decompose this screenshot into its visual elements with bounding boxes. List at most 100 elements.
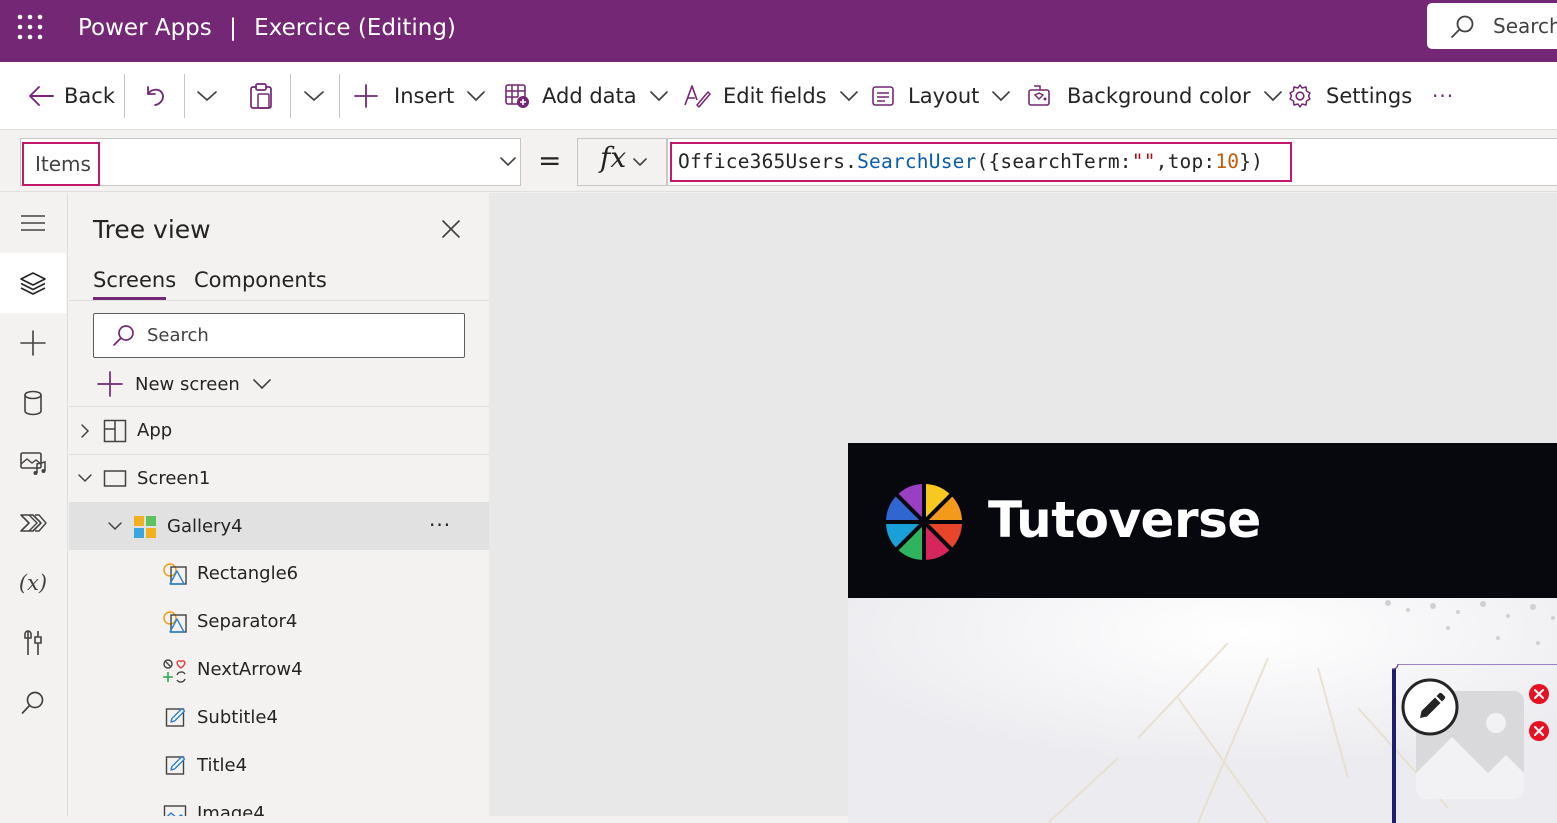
edit-fields-icon bbox=[683, 83, 711, 109]
background-color-button[interactable]: Background color bbox=[1027, 62, 1283, 130]
rail-variables-button[interactable]: (x) bbox=[0, 553, 66, 613]
edit-gallery-icon[interactable] bbox=[1401, 678, 1459, 736]
more-commands-button[interactable]: ··· bbox=[1432, 62, 1454, 130]
chevron-down-icon bbox=[991, 89, 1011, 103]
edit-fields-label: Edit fields bbox=[723, 84, 827, 108]
tree-node-app[interactable]: App bbox=[69, 406, 489, 454]
tree-node-title4[interactable]: Title4 bbox=[69, 742, 489, 790]
variable-icon: (x) bbox=[18, 571, 48, 595]
formula-number: 10 bbox=[1215, 150, 1240, 173]
rail-insert-button[interactable] bbox=[0, 313, 66, 373]
edit-fields-button[interactable]: Edit fields bbox=[683, 62, 859, 130]
chevron-down-icon bbox=[196, 89, 218, 103]
error-icon[interactable] bbox=[1528, 683, 1550, 705]
screen-header: Tutoverse bbox=[848, 443, 1557, 598]
rail-media-button[interactable] bbox=[0, 433, 66, 493]
gear-icon bbox=[1287, 83, 1313, 109]
rail-data-button[interactable] bbox=[0, 373, 66, 433]
shape-icon bbox=[162, 610, 188, 634]
tree-node-nextarrow4[interactable]: NextArrow4 bbox=[69, 646, 489, 694]
left-rail: (x) bbox=[0, 193, 68, 816]
formula-string: "" bbox=[1131, 150, 1156, 173]
app-icon bbox=[103, 419, 127, 443]
tree-node-separator4[interactable]: Separator4 bbox=[69, 598, 489, 646]
tree-node-image4[interactable]: Image4 bbox=[69, 790, 489, 816]
toolbar-divider bbox=[339, 74, 340, 118]
formula-part: ,top: bbox=[1155, 150, 1216, 173]
hamburger-icon bbox=[20, 214, 46, 232]
function-button[interactable]: fx bbox=[577, 138, 667, 186]
more-icon[interactable]: ··· bbox=[429, 513, 451, 537]
tree-node-label: NextArrow4 bbox=[197, 659, 303, 680]
formula-highlight-box: Office365Users.SearchUser({searchTerm:""… bbox=[670, 142, 1292, 182]
layout-label: Layout bbox=[908, 84, 980, 108]
rail-menu-button[interactable] bbox=[0, 193, 66, 253]
equals-sign: = bbox=[538, 144, 562, 177]
layout-icon bbox=[871, 84, 895, 108]
formula-function: SearchUser bbox=[857, 150, 977, 173]
app-screen[interactable]: Tutoverse bbox=[848, 443, 1557, 823]
rail-power-automate-button[interactable] bbox=[0, 493, 66, 553]
tree-node-subtitle4[interactable]: Subtitle4 bbox=[69, 694, 489, 742]
tree-node-label: Subtitle4 bbox=[197, 707, 278, 728]
formula-bar: Items = fx Office365Users.SearchUser({se… bbox=[0, 130, 1557, 192]
title-bar: Power Apps | Exercice (Editing) Search bbox=[0, 0, 1557, 62]
tree-node-rectangle6[interactable]: Rectangle6 bbox=[69, 550, 489, 598]
design-canvas[interactable]: Tutoverse bbox=[489, 193, 1557, 823]
shape-icon bbox=[162, 562, 188, 586]
tree-search-input[interactable]: Search bbox=[93, 313, 465, 358]
property-highlight-box: Items bbox=[22, 142, 100, 186]
layout-button[interactable]: Layout bbox=[871, 62, 1011, 130]
tree-search-placeholder: Search bbox=[147, 325, 209, 346]
property-dropdown[interactable]: Items bbox=[20, 138, 521, 186]
table-add-icon bbox=[504, 83, 530, 109]
chevron-down-icon[interactable] bbox=[77, 473, 93, 483]
close-icon[interactable] bbox=[441, 219, 461, 239]
new-screen-label: New screen bbox=[135, 373, 240, 395]
back-button[interactable]: Back bbox=[28, 62, 115, 130]
chevron-right-icon[interactable] bbox=[80, 423, 90, 439]
rail-search-button[interactable] bbox=[0, 673, 66, 733]
tab-components[interactable]: Components bbox=[194, 268, 327, 292]
tree-node-gallery4[interactable]: Gallery4 ··· bbox=[69, 502, 489, 550]
brand-logo-icon bbox=[884, 480, 964, 564]
tree-node-screen1[interactable]: Screen1 bbox=[69, 454, 489, 502]
tree-view-panel: Tree view Screens Components Search New … bbox=[69, 193, 489, 816]
title-separator: | bbox=[229, 15, 237, 41]
back-label: Back bbox=[64, 84, 115, 108]
undo-dropdown-button[interactable] bbox=[196, 62, 218, 130]
rail-tree-view-button[interactable] bbox=[0, 253, 66, 313]
formula-input[interactable]: Office365Users.SearchUser({searchTerm:""… bbox=[667, 138, 1557, 186]
global-search-box[interactable]: Search bbox=[1427, 3, 1557, 49]
insert-label: Insert bbox=[394, 84, 455, 108]
tree-node-label: Gallery4 bbox=[167, 516, 243, 537]
icons-icon bbox=[162, 658, 188, 684]
error-icon[interactable] bbox=[1528, 720, 1550, 742]
gallery-control-selected[interactable] bbox=[1392, 664, 1557, 823]
insert-button[interactable]: Insert bbox=[354, 62, 486, 130]
undo-button[interactable] bbox=[142, 62, 168, 130]
arrow-left-icon bbox=[28, 85, 54, 107]
new-screen-button[interactable]: New screen bbox=[97, 369, 272, 399]
product-name[interactable]: Power Apps bbox=[78, 15, 212, 41]
tab-screens[interactable]: Screens bbox=[93, 268, 176, 292]
rail-advanced-tools-button[interactable] bbox=[0, 613, 66, 673]
formula-part: Office365Users. bbox=[678, 150, 858, 173]
app-title: Power Apps | Exercice (Editing) bbox=[78, 13, 456, 43]
paste-dropdown-button[interactable] bbox=[303, 62, 325, 130]
tree-node-label: Screen1 bbox=[137, 468, 211, 489]
fx-icon: fx bbox=[600, 141, 627, 174]
add-data-button[interactable]: Add data bbox=[504, 62, 669, 130]
tree-node-label: App bbox=[137, 420, 173, 441]
background-color-label: Background color bbox=[1067, 84, 1251, 108]
tree-node-label: Title4 bbox=[197, 755, 248, 776]
search-icon bbox=[1449, 14, 1475, 40]
app-launcher-icon[interactable] bbox=[17, 14, 43, 40]
chevron-down-icon bbox=[303, 89, 325, 103]
chevron-down-icon[interactable] bbox=[107, 521, 123, 531]
plus-icon bbox=[97, 371, 123, 397]
chevron-down-icon bbox=[632, 157, 648, 168]
paste-button[interactable] bbox=[248, 62, 274, 130]
settings-button[interactable]: Settings bbox=[1287, 62, 1412, 130]
tree-node-label: Image4 bbox=[197, 803, 265, 816]
